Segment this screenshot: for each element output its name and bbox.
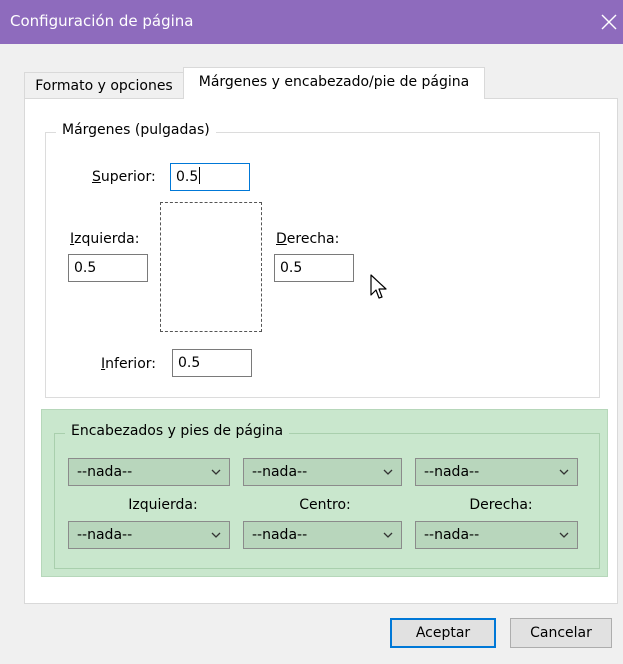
right-margin-label: Derecha: — [276, 231, 340, 247]
headers-footers-legend: Encabezados y pies de página — [65, 423, 290, 439]
tab-margins-header-footer[interactable]: Márgenes y encabezado/pie de página — [183, 67, 485, 99]
chevron-down-icon — [211, 469, 221, 475]
ok-button[interactable]: Aceptar — [390, 618, 496, 648]
chevron-down-icon — [383, 532, 393, 538]
footer-left-select[interactable]: --nada-- — [68, 521, 230, 549]
margins-legend: Márgenes (pulgadas) — [56, 122, 216, 138]
chevron-down-icon — [559, 469, 569, 475]
top-margin-label: Superior: — [92, 169, 156, 185]
tab-format-options[interactable]: Formato y opciones — [24, 72, 184, 98]
page-preview — [160, 202, 262, 332]
title-bar: Configuración de página — [0, 0, 623, 44]
footer-center-select[interactable]: --nada-- — [243, 521, 402, 549]
bottom-margin-label: Inferior: — [101, 356, 156, 372]
bottom-margin-input[interactable]: 0.5 — [172, 349, 252, 377]
left-margin-label: Izquierda: — [70, 231, 140, 247]
window-title: Configuración de página — [10, 12, 194, 30]
column-label-center: Centro: — [299, 497, 351, 513]
column-label-left: Izquierda: — [128, 497, 198, 513]
left-margin-input[interactable]: 0.5 — [68, 254, 148, 282]
text-caret — [199, 167, 201, 184]
header-center-select[interactable]: --nada-- — [243, 458, 402, 486]
footer-right-select[interactable]: --nada-- — [415, 521, 578, 549]
close-icon[interactable] — [599, 9, 619, 33]
column-label-right: Derecha: — [469, 497, 533, 513]
header-left-select[interactable]: --nada-- — [68, 458, 230, 486]
cancel-button[interactable]: Cancelar — [510, 618, 612, 648]
right-margin-input[interactable]: 0.5 — [274, 254, 354, 282]
top-margin-input[interactable]: 0.5 — [170, 163, 250, 191]
mouse-pointer-icon — [370, 274, 387, 299]
chevron-down-icon — [559, 532, 569, 538]
header-right-select[interactable]: --nada-- — [415, 458, 578, 486]
chevron-down-icon — [211, 532, 221, 538]
chevron-down-icon — [383, 469, 393, 475]
